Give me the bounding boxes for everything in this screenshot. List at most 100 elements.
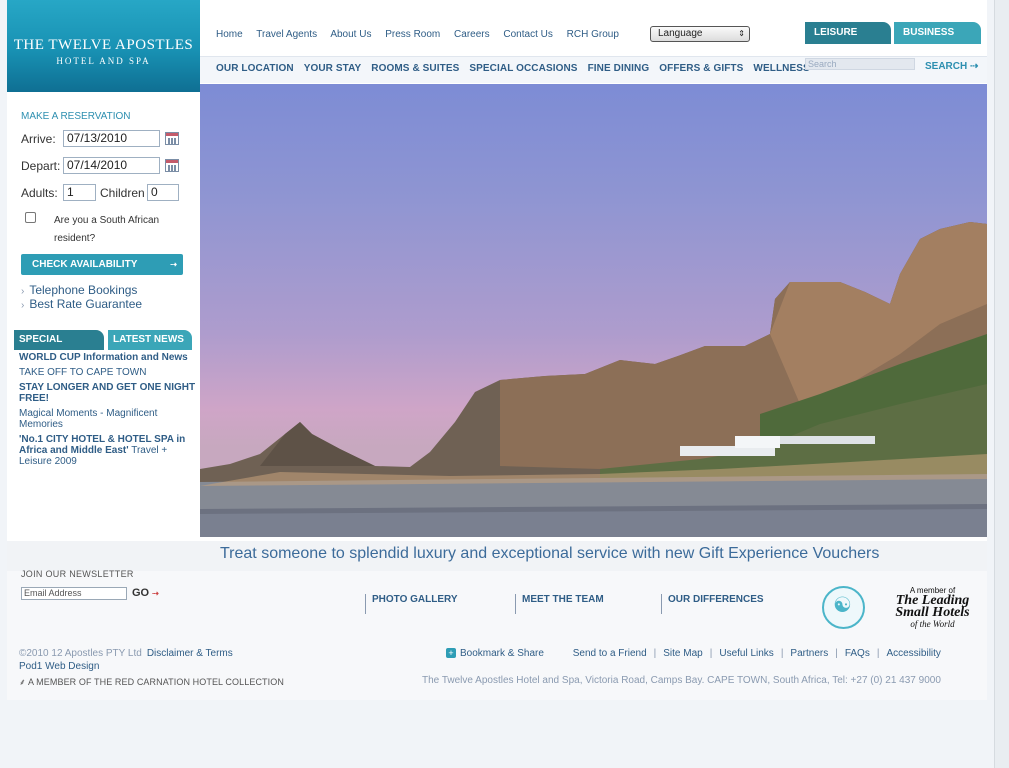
meet-the-team-link[interactable]: MEET THE TEAM xyxy=(515,594,604,614)
arrive-date-field[interactable]: 07/13/2010 xyxy=(63,130,160,147)
site-map-link[interactable]: Site Map xyxy=(663,648,702,659)
adults-label: Adults: xyxy=(21,186,58,200)
banner-text: Treat someone to splendid luxury and exc… xyxy=(220,545,880,562)
useful-links-link[interactable]: Useful Links xyxy=(719,648,773,659)
partners-link[interactable]: Partners xyxy=(790,648,828,659)
news-item-world-cup[interactable]: WORLD CUP Information and News xyxy=(19,352,197,363)
page: THE TWELVE APOSTLES HOTEL AND SPA Home T… xyxy=(7,0,987,700)
nav-fine-dining[interactable]: FINE DINING xyxy=(588,63,650,74)
carnation-icon: ⸙ xyxy=(19,677,26,687)
copyright-text: ©2010 12 Apostles PTY Ltd xyxy=(19,648,142,659)
go-button[interactable]: GO ⇢ xyxy=(132,587,159,599)
top-link-contact-us[interactable]: Contact Us xyxy=(503,29,552,40)
plus-icon: + xyxy=(446,648,456,658)
copyright: ©2010 12 Apostles PTY Ltd Disclaimer & Te… xyxy=(19,648,233,659)
telephone-bookings-label: Telephone Bookings xyxy=(29,283,138,297)
tab-special-offers[interactable]: SPECIAL OFFERS xyxy=(14,330,104,365)
chevron-right-icon: › xyxy=(21,300,25,311)
arrive-label: Arrive: xyxy=(21,132,56,146)
news-item-take-off[interactable]: TAKE OFF TO CAPE TOWN xyxy=(19,367,197,378)
go-label: GO xyxy=(132,587,150,599)
news-item-bold: STAY LONGER AND GET ONE NIGHT FREE! xyxy=(19,382,196,404)
bookmark-share-label: Bookmark & Share xyxy=(460,648,544,659)
newsletter-title: JOIN OUR NEWSLETTER xyxy=(21,569,134,579)
top-link-press-room[interactable]: Press Room xyxy=(385,29,440,40)
top-link-home[interactable]: Home xyxy=(216,29,243,40)
separator: | xyxy=(709,648,713,659)
mountain-landscape xyxy=(200,222,987,537)
search-input[interactable]: Search xyxy=(805,58,915,70)
email-field[interactable]: Email Address xyxy=(21,587,127,600)
tab-latest-news[interactable]: LATEST NEWS xyxy=(108,330,192,350)
separator: | xyxy=(780,648,784,659)
separator: | xyxy=(876,648,880,659)
resident-checkbox[interactable] xyxy=(25,212,36,223)
bookmark-share-link[interactable]: + Bookmark & Share xyxy=(446,648,544,659)
nav-special-occasions[interactable]: SPECIAL OCCASIONS xyxy=(469,63,577,74)
check-availability-label: CHECK AVAILABILITY xyxy=(32,259,138,270)
separator: | xyxy=(653,648,657,659)
news-item-text: Information and News xyxy=(80,352,188,363)
nav-our-location[interactable]: OUR LOCATION xyxy=(216,63,294,74)
children-field[interactable]: 0 xyxy=(147,184,179,201)
offers-news-panel: SPECIAL OFFERS LATEST NEWS WORLD CUP Inf… xyxy=(7,323,200,531)
depart-date-field[interactable]: 07/14/2010 xyxy=(63,157,160,174)
our-differences-link[interactable]: OUR DIFFERENCES xyxy=(661,594,764,614)
adults-field[interactable]: 1 xyxy=(63,184,96,201)
nav-wellness[interactable]: WELLNESS xyxy=(753,63,809,74)
calendar-icon[interactable] xyxy=(165,159,179,172)
top-link-about-us[interactable]: About Us xyxy=(330,29,371,40)
top-link-rch-group[interactable]: RCH Group xyxy=(567,29,619,40)
chevron-right-icon: › xyxy=(21,286,25,297)
accessibility-link[interactable]: Accessibility xyxy=(886,648,940,659)
arrow-icon: ⇢ xyxy=(152,589,159,598)
rch-collection-link[interactable]: ⸙ A MEMBER OF THE RED CARNATION HOTEL CO… xyxy=(19,675,284,688)
hero-image xyxy=(200,84,987,537)
tab-leisure[interactable]: LEISURE xyxy=(805,22,891,44)
telephone-bookings-link[interactable]: › Telephone Bookings xyxy=(21,283,137,297)
top-link-travel-agents[interactable]: Travel Agents xyxy=(256,29,317,40)
select-arrows-icon: ⇕ xyxy=(738,29,745,38)
photo-gallery-link[interactable]: PHOTO GALLERY xyxy=(365,594,458,614)
send-to-friend-link[interactable]: Send to a Friend xyxy=(573,648,647,659)
top-links: Home Travel Agents About Us Press Room C… xyxy=(216,29,630,40)
nav-your-stay[interactable]: YOUR STAY xyxy=(304,63,362,74)
logo-line1: THE TWELVE APOSTLES xyxy=(13,37,194,53)
spa-logo-icon[interactable] xyxy=(822,586,865,629)
lsh-name: The Leading Small Hotels xyxy=(895,593,970,620)
tab-business[interactable]: BUSINESS xyxy=(894,22,981,44)
news-item-magical-moments[interactable]: Magical Moments - Magnificent Memories xyxy=(19,408,197,430)
nav-rooms-suites[interactable]: ROOMS & SUITES xyxy=(371,63,459,74)
footer: JOIN OUR NEWSLETTER Email Address GO ⇢ PH… xyxy=(7,569,987,700)
lsh-suffix: of the World xyxy=(910,619,955,629)
check-availability-button[interactable]: CHECK AVAILABILITY ⇢ xyxy=(21,254,183,275)
pod1-link[interactable]: Pod1 Web Design xyxy=(19,661,99,672)
reservation-panel: MAKE A RESERVATION Arrive: 07/13/2010 De… xyxy=(7,98,200,320)
separator: | xyxy=(835,648,838,659)
calendar-icon[interactable] xyxy=(165,132,179,145)
leading-small-hotels-logo[interactable]: A member of The Leading Small Hotels of … xyxy=(885,586,980,629)
faqs-link[interactable]: FAQs xyxy=(845,648,870,659)
hotel-address: The Twelve Apostles Hotel and Spa, Victo… xyxy=(422,675,941,686)
bottom-links: + Bookmark & Share Send to a Friend | Site … xyxy=(446,648,941,659)
best-rate-guarantee-label: Best Rate Guarantee xyxy=(29,297,143,311)
news-item-bold: WORLD CUP xyxy=(19,352,81,363)
best-rate-guarantee-link[interactable]: › Best Rate Guarantee xyxy=(21,297,142,311)
search-button[interactable]: SEARCH ⇢ xyxy=(925,61,978,72)
top-link-careers[interactable]: Careers xyxy=(454,29,490,40)
nav-offers-gifts[interactable]: OFFERS & GIFTS xyxy=(659,63,743,74)
resident-question: Are you a South African resident? xyxy=(54,215,160,244)
news-item-stay-longer[interactable]: STAY LONGER AND GET ONE NIGHT FREE! xyxy=(19,382,197,404)
language-select[interactable]: Language ⇕ xyxy=(650,26,750,42)
disclaimer-link[interactable]: Disclaimer & Terms xyxy=(147,648,233,659)
news-item-city-hotel[interactable]: 'No.1 CITY HOTEL & HOTEL SPA in Africa a… xyxy=(19,434,197,467)
reservation-title: MAKE A RESERVATION xyxy=(21,111,131,122)
news-list: WORLD CUP Information and News TAKE OFF … xyxy=(19,352,197,471)
window-scrollbar[interactable] xyxy=(994,0,1009,768)
depart-label: Depart: xyxy=(21,159,61,173)
arrow-icon: ⇢ xyxy=(170,260,177,269)
rch-text: A MEMBER OF THE RED CARNATION HOTEL COLL… xyxy=(27,677,284,687)
gift-voucher-banner[interactable]: Treat someone to splendid luxury and exc… xyxy=(7,541,987,571)
hotel-logo[interactable]: THE TWELVE APOSTLES HOTEL AND SPA xyxy=(7,0,200,92)
language-label: Language xyxy=(658,28,703,39)
